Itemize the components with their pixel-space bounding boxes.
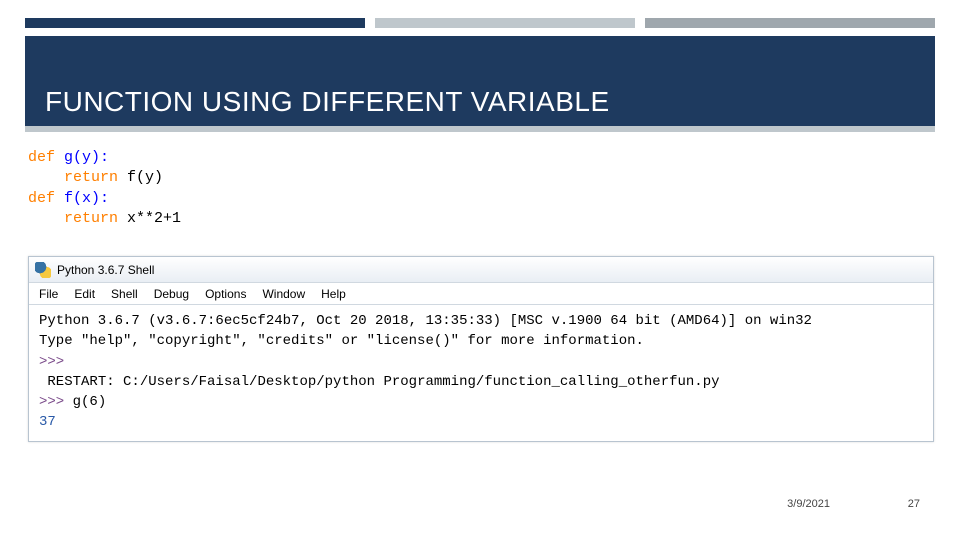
title-band: FUNCTION USING DIFFERENT VARIABLE (25, 36, 935, 126)
menu-debug[interactable]: Debug (154, 287, 189, 301)
shell-prompt: >>> (39, 394, 73, 410)
menu-window[interactable]: Window (262, 287, 305, 301)
stripe-seg-navy (25, 18, 365, 28)
code-snippet: def g(y): return f(y) def f(x): return x… (28, 148, 930, 229)
stripe-gap (365, 18, 375, 28)
code-line: def g(y): (28, 148, 930, 168)
menu-file[interactable]: File (39, 287, 58, 301)
python-shell-window: Python 3.6.7 Shell File Edit Shell Debug… (28, 256, 934, 442)
footer-date: 3/9/2021 (787, 498, 830, 510)
function-name-f: f(x): (64, 190, 109, 207)
python-icon (35, 262, 51, 278)
menu-options[interactable]: Options (205, 287, 246, 301)
slide-title: FUNCTION USING DIFFERENT VARIABLE (45, 86, 610, 118)
shell-prompt: >>> (39, 354, 73, 370)
footer-page-number: 27 (908, 498, 920, 510)
shell-titlebar: Python 3.6.7 Shell (29, 257, 933, 283)
shell-call: g(6) (73, 394, 107, 410)
keyword-def: def (28, 190, 64, 207)
menu-edit[interactable]: Edit (74, 287, 95, 301)
shell-result: 37 (39, 412, 923, 432)
shell-input-line: >>> g(6) (39, 392, 923, 412)
keyword-return: return (64, 210, 118, 227)
title-underline (25, 126, 935, 132)
keyword-def: def (28, 149, 64, 166)
code-line: return x**2+1 (28, 209, 930, 229)
menu-help[interactable]: Help (321, 287, 346, 301)
code-line: return f(y) (28, 168, 930, 188)
shell-title-text: Python 3.6.7 Shell (57, 263, 154, 277)
code-line: def f(x): (28, 189, 930, 209)
shell-prompt-line: >>> (39, 352, 923, 372)
stripe-seg-gray-dark (645, 18, 935, 28)
function-name-g: g(y): (64, 149, 109, 166)
shell-banner-line: Python 3.6.7 (v3.6.7:6ec5cf24b7, Oct 20 … (39, 311, 923, 331)
shell-restart-line: RESTART: C:/Users/Faisal/Desktop/python … (39, 372, 923, 392)
decorative-top-stripe (25, 18, 935, 28)
shell-body: Python 3.6.7 (v3.6.7:6ec5cf24b7, Oct 20 … (29, 305, 933, 441)
shell-banner-line: Type "help", "copyright", "credits" or "… (39, 331, 923, 351)
menu-shell[interactable]: Shell (111, 287, 138, 301)
shell-menubar: File Edit Shell Debug Options Window Hel… (29, 283, 933, 305)
stripe-gap (635, 18, 645, 28)
keyword-return: return (64, 169, 118, 186)
stripe-seg-gray-light (375, 18, 635, 28)
